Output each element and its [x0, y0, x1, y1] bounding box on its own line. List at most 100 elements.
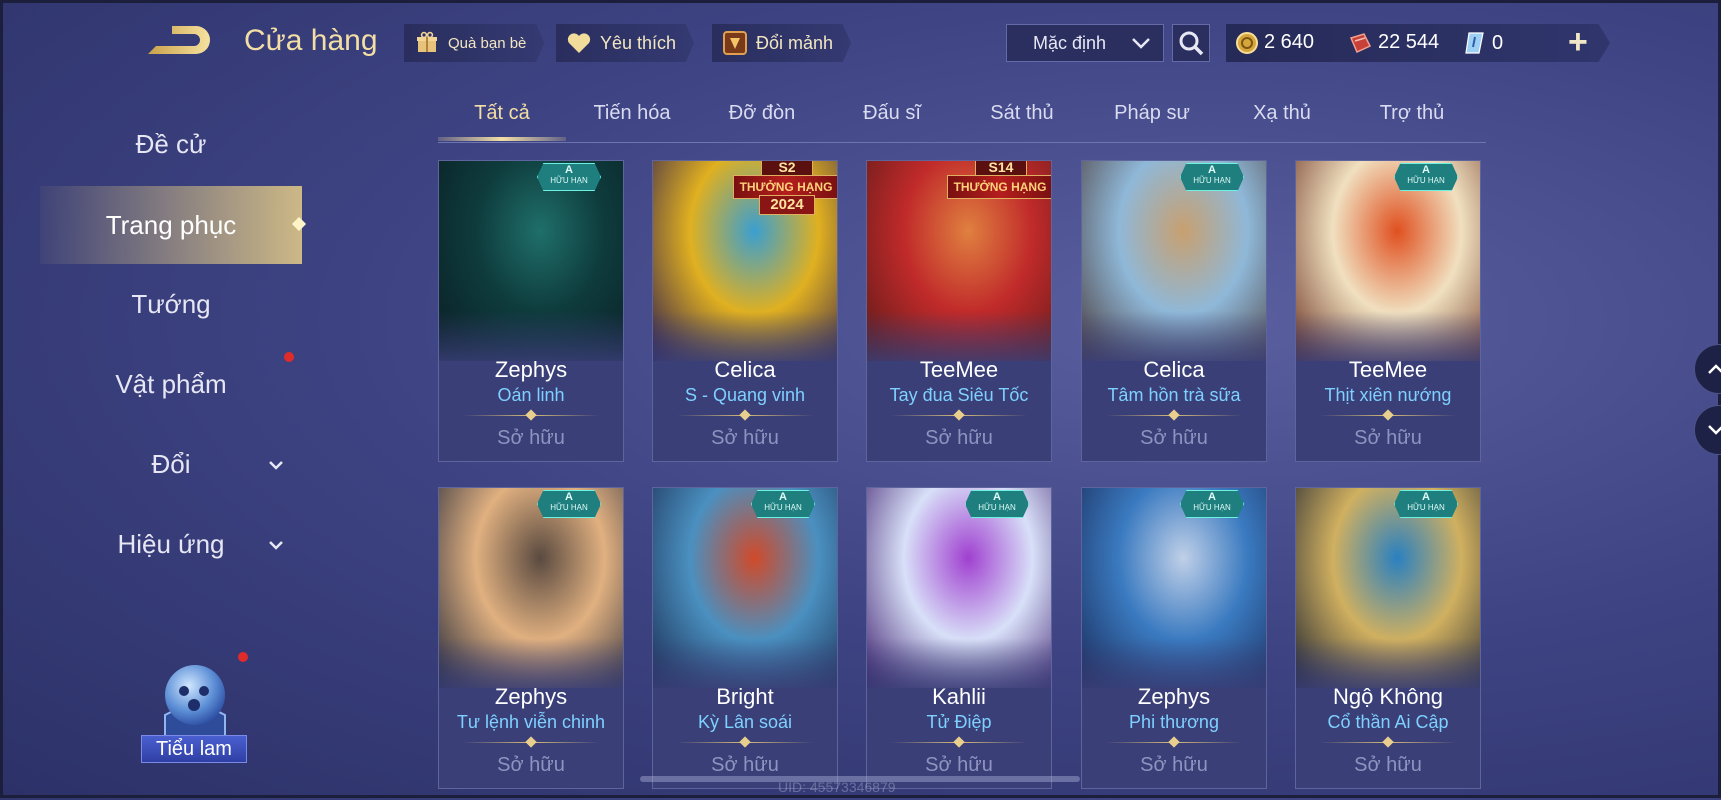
- badge-grade: A: [779, 491, 787, 503]
- limited-badge: A HỮU HẠN: [537, 163, 601, 191]
- skin-card[interactable]: A HỮU HẠN Kahlii Tử Điệp Sở hữu: [866, 487, 1052, 789]
- limited-badge: A HỮU HẠN: [751, 490, 815, 518]
- sidebar-item-label: Đề cử: [135, 128, 207, 159]
- scroll-up-button[interactable]: [1694, 344, 1721, 394]
- rank-reward-banner: THƯỞNG HẠNG: [947, 175, 1051, 199]
- hero-name: Zephys: [494, 357, 568, 382]
- limited-badge: A HỮU HẠN: [965, 490, 1029, 518]
- chevron-down-icon: [1708, 425, 1721, 435]
- skin-card[interactable]: A HỮU HẠN TeeMee Thịt xiên nướng Sở hữu: [1295, 160, 1481, 462]
- skin-name: Oán linh: [497, 385, 565, 405]
- tab-marksman[interactable]: Xạ thủ: [1218, 102, 1346, 125]
- back-button[interactable]: [142, 22, 214, 62]
- voucher-icon: [1349, 32, 1372, 53]
- skin-name: Cổ thần Ai Cập: [1327, 712, 1449, 732]
- sidebar-item-heroes[interactable]: Tướng: [40, 274, 302, 334]
- notification-dot: [284, 352, 294, 362]
- skin-card[interactable]: A HỮU HẠN Ngộ Không Cổ thần Ai Cập Sở hữu: [1295, 487, 1481, 789]
- owned-status: Sở hữu: [925, 754, 993, 776]
- skin-card[interactable]: A HỮU HẠN Bright Kỳ Lân soái Sở hữu: [652, 487, 838, 789]
- skin-card[interactable]: A HỮU HẠN Celica Tâm hồn trà sữa Sở hữu: [1081, 160, 1267, 462]
- favorites-label: Yêu thích: [600, 32, 677, 53]
- back-arrow-icon: [148, 26, 210, 54]
- owned-status: Sở hữu: [1354, 427, 1422, 449]
- sort-dropdown[interactable]: Mặc định: [1006, 24, 1164, 62]
- tab-all[interactable]: Tất cả: [438, 102, 566, 125]
- mascot-notification-dot: [238, 652, 248, 662]
- divider-diamond-icon: [1382, 409, 1394, 421]
- badge-grade: A: [993, 491, 1001, 503]
- badge-grade: A: [1422, 491, 1430, 503]
- sidebar-item-skins[interactable]: Trang phục: [40, 186, 307, 264]
- skin-name: Phi thương: [1129, 712, 1219, 732]
- active-marker-icon: [291, 216, 307, 232]
- divider-diamond-icon: [525, 409, 537, 421]
- skin-name: Tay đua Siêu Tốc: [889, 385, 1029, 405]
- divider-diamond-icon: [953, 409, 965, 421]
- skin-card[interactable]: A HỮU HẠN Zephys Phi thương Sở hữu: [1081, 487, 1267, 789]
- sidebar: Đề cử Trang phục Tướng Vật phẩm Đổi Hiệu…: [40, 110, 307, 580]
- badge-text: HỮU HẠN: [550, 176, 588, 185]
- top-bar: Cửa hàng Quà bạn bè Yêu thích Đổi mảnh M…: [0, 0, 1721, 88]
- gift-icon: [414, 30, 440, 56]
- skin-name: Tử Điệp: [926, 712, 992, 732]
- owned-status: Sở hữu: [497, 754, 565, 776]
- skin-card[interactable]: A HỮU HẠN Zephys Oán linh Sở hữu: [438, 160, 624, 462]
- sidebar-item-exchange[interactable]: Đổi: [40, 434, 302, 494]
- owned-status: Sở hữu: [925, 427, 993, 449]
- badge-text: HỮU HẠN: [1407, 503, 1445, 512]
- tab-support[interactable]: Trợ thủ: [1348, 102, 1476, 125]
- badge-text: HỮU HẠN: [764, 503, 802, 512]
- badge-text: HỮU HẠN: [1193, 176, 1231, 185]
- hero-name: Bright: [716, 684, 774, 709]
- badge-text: HỮU HẠN: [978, 503, 1016, 512]
- tab-evolution[interactable]: Tiến hóa: [568, 102, 696, 125]
- tab-assassin[interactable]: Sát thủ: [958, 102, 1086, 125]
- tab-fighter[interactable]: Đấu sĩ: [828, 102, 956, 125]
- sidebar-item-items[interactable]: Vật phẩm: [40, 354, 302, 414]
- search-button[interactable]: [1172, 24, 1210, 62]
- badge-grade: A: [565, 164, 573, 176]
- limited-badge: A HỮU HẠN: [1394, 163, 1458, 191]
- badge-grade: A: [565, 491, 573, 503]
- tab-mage[interactable]: Pháp sư: [1088, 102, 1216, 125]
- chevron-down-icon: [268, 534, 284, 555]
- voucher-value: 22 544: [1378, 31, 1440, 53]
- exchange-fragment-button[interactable]: Đổi mảnh: [712, 24, 852, 62]
- sidebar-item-effects[interactable]: Hiệu ứng: [40, 514, 302, 574]
- divider-diamond-icon: [953, 736, 965, 748]
- skin-card[interactable]: S2 THƯỞNG HẠNG 2024 Celica S - Quang vinh Sở …: [652, 160, 838, 462]
- uid-watermark: UID: 45573346879: [778, 779, 896, 795]
- hero-name: TeeMee: [919, 357, 999, 382]
- skin-card[interactable]: S14 THƯỞNG HẠNG TeeMee Tay đua Siêu Tốc Sở h…: [866, 160, 1052, 462]
- gold-coin-icon: [1236, 31, 1258, 54]
- gold-balance: 2 640: [1236, 31, 1314, 54]
- add-currency-button[interactable]: +: [1568, 24, 1588, 60]
- gold-value: 2 640: [1264, 31, 1315, 53]
- mascot-label: Tiểu lam: [141, 735, 247, 763]
- divider-diamond-icon: [525, 736, 537, 748]
- owned-status: Sở hữu: [1140, 427, 1208, 449]
- owned-status: Sở hữu: [1140, 754, 1208, 776]
- limited-badge: A HỮU HẠN: [1180, 490, 1244, 518]
- owned-status: Sở hữu: [711, 754, 779, 776]
- chevron-down-icon: [268, 454, 284, 475]
- page-title: Cửa hàng: [244, 24, 378, 57]
- tab-tank[interactable]: Đỡ đòn: [698, 102, 826, 125]
- heart-icon: [566, 30, 592, 56]
- skin-name: Thịt xiên nướng: [1324, 385, 1452, 405]
- badge-grade: A: [1208, 491, 1216, 503]
- sort-value: Mặc định: [1033, 32, 1107, 53]
- skin-card[interactable]: A HỮU HẠN Zephys Tư lệnh viễn chinh Sở hữu: [438, 487, 624, 789]
- friend-gift-button[interactable]: Quà bạn bè: [404, 24, 545, 62]
- rank-year: 2024: [759, 195, 815, 215]
- favorites-button[interactable]: Yêu thích: [556, 24, 695, 62]
- sidebar-item-label: Tướng: [131, 288, 211, 319]
- sidebar-item-recommended[interactable]: Đề cử: [40, 114, 302, 174]
- chevron-up-icon: [1708, 364, 1721, 374]
- friend-gift-label: Quà bạn bè: [448, 34, 527, 52]
- scroll-down-button[interactable]: [1694, 405, 1721, 455]
- hero-name: Celica: [714, 357, 776, 382]
- sidebar-item-label: Đổi: [151, 448, 191, 479]
- chevron-down-icon: [1131, 33, 1151, 54]
